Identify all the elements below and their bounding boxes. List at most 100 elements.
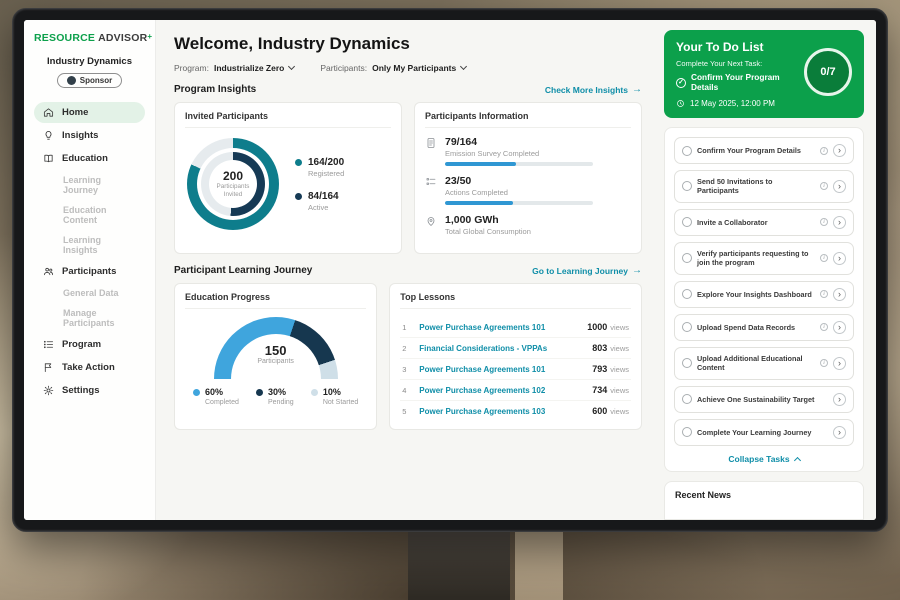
sidebar-item-program[interactable]: Program (34, 334, 145, 355)
views-count: 793 (592, 364, 607, 374)
lesson-views: 1000views (587, 322, 629, 332)
nav-label: Program (62, 339, 101, 350)
lesson-link[interactable]: Power Purchase Agreements 101 (419, 323, 579, 332)
gauge-label: Participants (214, 358, 338, 365)
sidebar-item-learning-journey[interactable]: Learning Journey (34, 171, 145, 199)
due-date: 12 May 2025, 12:00 PM (690, 99, 775, 108)
journey-cards-row: Education Progress 150 Participants (174, 283, 642, 430)
chevron-right-icon[interactable]: › (833, 180, 846, 193)
sidebar-item-education-content[interactable]: Education Content (34, 201, 145, 229)
sponsor-badge[interactable]: Sponsor (57, 73, 122, 88)
donut-center-value: 200 (223, 169, 243, 183)
sidebar-item-learning-insights[interactable]: Learning Insights (34, 231, 145, 259)
task-checkbox[interactable] (682, 427, 692, 437)
chevron-right-icon[interactable]: › (833, 216, 846, 229)
chevron-right-icon[interactable]: › (833, 288, 846, 301)
legend-item-pending: 30% Pending (256, 388, 294, 406)
views-count: 734 (592, 385, 607, 395)
chevron-right-icon[interactable]: › (833, 426, 846, 439)
task-item[interactable]: Complete Your Learning Journey i › (674, 419, 854, 446)
lesson-views: 793views (592, 364, 629, 374)
lesson-rank: 1 (402, 323, 411, 332)
todo-card: Your To Do List Complete Your Next Task:… (664, 30, 864, 118)
sidebar-item-insights[interactable]: Insights (34, 125, 145, 146)
lesson-link[interactable]: Power Purchase Agreements 103 (419, 407, 584, 416)
sidebar-item-participants[interactable]: Participants (34, 261, 145, 282)
nav-label: Education (62, 153, 108, 164)
todo-progress: 0/7 (820, 66, 835, 78)
chevron-right-icon[interactable]: › (833, 393, 846, 406)
lesson-row: 3 Power Purchase Agreements 101 793views (400, 359, 631, 380)
legend-value: 164/200 (308, 157, 344, 168)
chevron-right-icon[interactable]: › (833, 252, 846, 265)
chevron-right-icon[interactable]: › (833, 144, 846, 157)
education-legend: 60% Completed 30% Pending (193, 388, 358, 406)
task-checkbox[interactable] (682, 217, 692, 227)
program-dropdown[interactable]: Program: Industrialize Zero (174, 63, 294, 73)
info-icon[interactable]: i (820, 254, 828, 262)
sidebar-item-education[interactable]: Education (34, 148, 145, 169)
task-item[interactable]: Upload Spend Data Records i › (674, 314, 854, 341)
go-to-learning-journey-link[interactable]: Go to Learning Journey → (532, 265, 642, 276)
lesson-views: 600views (592, 406, 629, 416)
brand-plus: + (147, 32, 152, 41)
task-item[interactable]: Invite a Collaborator i › (674, 209, 854, 236)
task-item[interactable]: Explore Your Insights Dashboard i › (674, 281, 854, 308)
education-progress-card: Education Progress 150 Participants (174, 283, 377, 430)
org-name: Industry Dynamics (34, 56, 145, 67)
card-title: Participants Information (425, 111, 631, 128)
lesson-link[interactable]: Power Purchase Agreements 102 (419, 386, 584, 395)
info-icon[interactable]: i (820, 182, 828, 190)
progress-fill (445, 201, 513, 205)
progress-fill (445, 162, 516, 166)
task-label: Upload Additional Educational Content (697, 354, 815, 373)
legend-value: 30% (268, 388, 294, 398)
consumption-icon (425, 215, 437, 227)
task-checkbox[interactable] (682, 146, 692, 156)
chevron-right-icon[interactable]: › (833, 321, 846, 334)
photo-scene: RESOURCEADVISOR+ Industry Dynamics Spons… (0, 0, 900, 600)
task-checkbox[interactable] (682, 322, 692, 332)
participants-dropdown[interactable]: Participants: Only My Participants (320, 63, 466, 73)
info-icon[interactable]: i (820, 218, 828, 226)
info-icon[interactable]: i (820, 147, 828, 155)
stat-value: 79/164 (445, 136, 593, 148)
task-label: Explore Your Insights Dashboard (697, 290, 815, 299)
sidebar-item-settings[interactable]: Settings (34, 380, 145, 401)
link-label: Check More Insights (545, 85, 628, 95)
chevron-down-icon (460, 63, 467, 70)
sidebar-item-manage-participants[interactable]: Manage Participants (34, 304, 145, 332)
task-item[interactable]: Confirm Your Program Details i › (674, 137, 854, 164)
todo-next-task[interactable]: ✓ Confirm Your Program Details (676, 73, 796, 93)
info-icon[interactable]: i (820, 359, 828, 367)
collapse-tasks-link[interactable]: Collapse Tasks (674, 454, 854, 464)
task-item[interactable]: Send 50 Invitations to Participants i › (674, 170, 854, 203)
legend-item-completed: 60% Completed (193, 388, 239, 406)
actions-icon (425, 176, 437, 188)
check-more-insights-link[interactable]: Check More Insights → (545, 84, 642, 95)
task-item[interactable]: Upload Additional Educational Content i … (674, 347, 854, 380)
sidebar-item-take-action[interactable]: Take Action (34, 357, 145, 378)
legend-item-active: 84/164 Active (295, 191, 344, 212)
info-icon[interactable]: i (820, 290, 828, 298)
task-checkbox[interactable] (682, 181, 692, 191)
info-icon[interactable]: i (820, 323, 828, 331)
section-title: Participant Learning Journey (174, 265, 312, 276)
task-item[interactable]: Achieve One Sustainability Target i › (674, 386, 854, 413)
lesson-link[interactable]: Power Purchase Agreements 101 (419, 365, 584, 374)
legend-item-registered: 164/200 Registered (295, 157, 344, 178)
task-checkbox[interactable] (682, 289, 692, 299)
task-checkbox[interactable] (682, 358, 692, 368)
task-item[interactable]: Verify participants requesting to join t… (674, 242, 854, 275)
lesson-link[interactable]: Financial Considerations - VPPAs (419, 344, 584, 353)
sidebar-item-general-data[interactable]: General Data (34, 284, 145, 302)
views-label: views (610, 323, 629, 332)
task-label: Complete Your Learning Journey (697, 428, 815, 437)
task-checkbox[interactable] (682, 394, 692, 404)
task-checkbox[interactable] (682, 253, 692, 263)
arrow-right-icon: → (632, 84, 642, 95)
chevron-right-icon[interactable]: › (833, 357, 846, 370)
sidebar-item-home[interactable]: Home (34, 102, 145, 123)
participants-icon (43, 266, 54, 277)
card-title: Education Progress (185, 292, 366, 309)
